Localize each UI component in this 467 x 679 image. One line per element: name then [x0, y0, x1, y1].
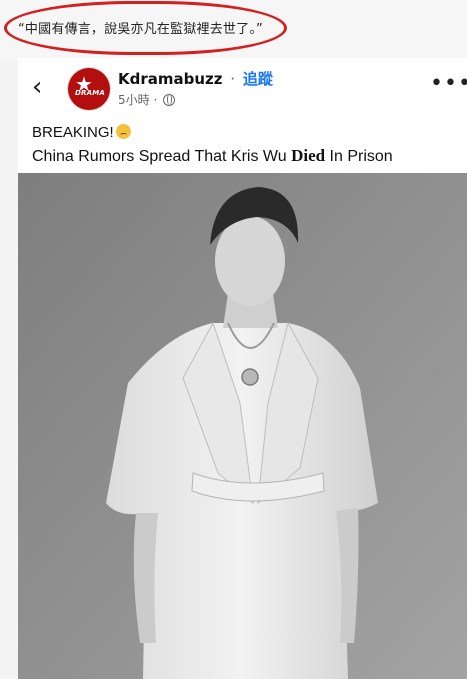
post-timestamp[interactable]: 5小時 ·	[118, 93, 157, 107]
person-photo-illustration	[18, 173, 467, 679]
facebook-post: ‹ ★ DRAMA Kdramabuzz · 追蹤 5小時 · ••• BREA…	[18, 58, 467, 679]
page-avatar[interactable]: ★ DRAMA	[68, 68, 110, 110]
headline-part-1: China Rumors Spread That Kris Wu	[32, 148, 292, 165]
post-meta: 5小時 ·	[118, 91, 176, 108]
chevron-left-icon[interactable]: ‹	[32, 72, 54, 102]
weary-face-icon	[115, 124, 131, 139]
red-circle-highlight	[4, 1, 287, 55]
post-header: ‹ ★ DRAMA Kdramabuzz · 追蹤 5小時 · •••	[18, 58, 467, 122]
separator-dot: ·	[230, 70, 236, 88]
follow-button[interactable]: 追蹤	[243, 70, 273, 88]
page-name[interactable]: Kdramabuzz	[118, 70, 223, 88]
breaking-label: BREAKING!	[32, 124, 114, 141]
avatar-label: DRAMA	[74, 89, 105, 97]
globe-icon	[163, 94, 176, 106]
author-row: Kdramabuzz · 追蹤	[118, 68, 273, 89]
annotation-caption-bar: “中國有傳言，說吳亦凡在監獄裡去世了。”	[0, 0, 467, 60]
post-body-text: BREAKING! China Rumors Spread That Kris …	[32, 124, 393, 166]
post-text-line-2: China Rumors Spread That Kris Wu Died In…	[32, 146, 393, 166]
post-photo[interactable]	[18, 173, 467, 679]
headline-part-2: In Prison	[325, 148, 393, 165]
more-horizontal-icon[interactable]: •••	[430, 73, 467, 95]
post-text-line-1: BREAKING!	[32, 124, 393, 141]
headline-bold-word: Died	[291, 146, 326, 165]
